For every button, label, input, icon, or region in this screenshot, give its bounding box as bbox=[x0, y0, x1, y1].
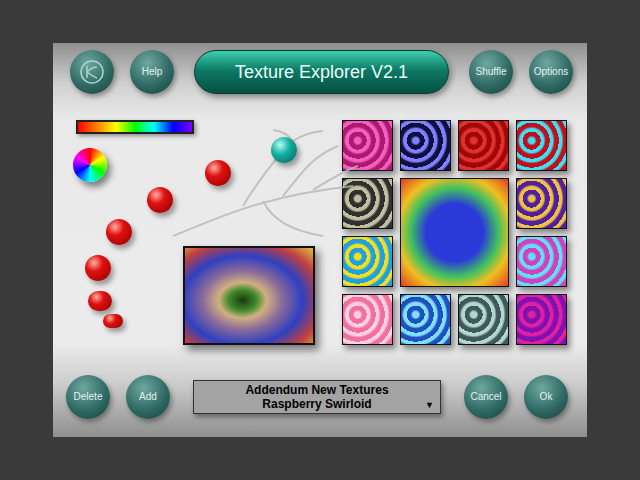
bottom-bar: Delete Add Addendum New Textures Raspberr… bbox=[53, 357, 587, 437]
red-ball[interactable] bbox=[205, 160, 231, 186]
button-label: Cancel bbox=[470, 392, 501, 402]
round-button[interactable]: Ok bbox=[524, 375, 568, 419]
button-label: Add bbox=[139, 392, 157, 402]
top-bar: Help Texture Explorer V2.1 Shuffle Option… bbox=[53, 43, 587, 101]
texture-thumbnail[interactable] bbox=[516, 236, 567, 287]
button-label: Options bbox=[534, 67, 568, 77]
texture-preview[interactable] bbox=[400, 178, 509, 287]
texture-grid bbox=[342, 120, 567, 345]
logo-icon bbox=[79, 59, 105, 85]
main-area bbox=[53, 101, 587, 357]
dropdown-arrow[interactable]: ▼ bbox=[425, 401, 434, 410]
round-button[interactable]: Cancel bbox=[464, 375, 508, 419]
texture-thumbnail[interactable] bbox=[342, 294, 393, 345]
eye-photo bbox=[183, 246, 315, 345]
texture-thumbnail[interactable] bbox=[516, 178, 567, 229]
color-ball[interactable] bbox=[73, 148, 107, 182]
button-label: Shuffle bbox=[476, 67, 507, 77]
texture-thumbnail[interactable] bbox=[516, 294, 567, 345]
texture-thumbnail[interactable] bbox=[400, 294, 451, 345]
tree-graphic bbox=[163, 126, 363, 246]
texture-explorer-panel: Help Texture Explorer V2.1 Shuffle Option… bbox=[53, 43, 587, 437]
top-left-buttons: Help bbox=[130, 50, 174, 94]
texture-thumbnail[interactable] bbox=[400, 120, 451, 171]
bottom-left-buttons: Delete Add bbox=[66, 375, 170, 419]
red-ball[interactable] bbox=[147, 187, 173, 213]
dropdown-category: Addendum New Textures bbox=[245, 383, 388, 397]
texture-thumbnail[interactable] bbox=[458, 294, 509, 345]
button-label: Ok bbox=[540, 392, 553, 402]
button-label: Delete bbox=[74, 392, 103, 402]
texture-thumbnail[interactable] bbox=[342, 236, 393, 287]
round-button[interactable]: Delete bbox=[66, 375, 110, 419]
spectrum-bar[interactable] bbox=[76, 120, 194, 134]
texture-dropdown[interactable]: Addendum New Textures Raspberry Swirloid… bbox=[193, 380, 441, 414]
screen: Help Texture Explorer V2.1 Shuffle Option… bbox=[0, 0, 640, 437]
red-ball[interactable] bbox=[103, 314, 123, 328]
texture-thumbnail[interactable] bbox=[342, 120, 393, 171]
texture-thumbnail[interactable] bbox=[458, 120, 509, 171]
red-ball[interactable] bbox=[85, 255, 111, 281]
app-title: Texture Explorer V2.1 bbox=[235, 63, 408, 81]
round-button[interactable]: Help bbox=[130, 50, 174, 94]
top-right-buttons: Shuffle Options bbox=[469, 50, 573, 94]
red-ball[interactable] bbox=[106, 219, 132, 245]
round-button[interactable]: Add bbox=[126, 375, 170, 419]
decor-canvas bbox=[53, 101, 342, 357]
title-pill: Texture Explorer V2.1 bbox=[194, 50, 449, 94]
round-button[interactable]: Options bbox=[529, 50, 573, 94]
button-label: Help bbox=[142, 67, 163, 77]
texture-area bbox=[342, 101, 567, 357]
round-button[interactable]: Shuffle bbox=[469, 50, 513, 94]
dropdown-selection: Raspberry Swirloid bbox=[262, 397, 371, 411]
bottom-right-buttons: Cancel Ok bbox=[464, 375, 568, 419]
red-ball[interactable] bbox=[88, 291, 112, 311]
teal-ball[interactable] bbox=[271, 137, 297, 163]
logo-button[interactable] bbox=[70, 50, 114, 94]
texture-thumbnail[interactable] bbox=[516, 120, 567, 171]
